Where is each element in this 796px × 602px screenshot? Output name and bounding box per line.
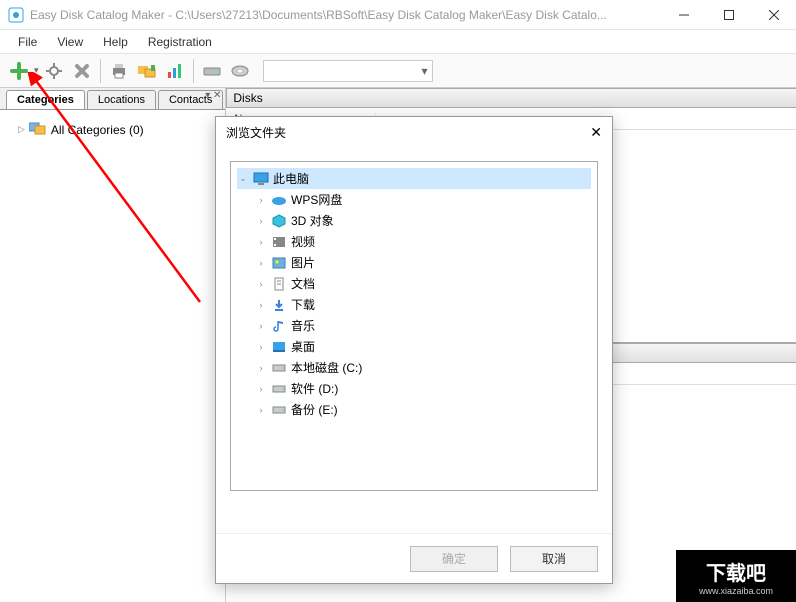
document-icon: [271, 276, 287, 292]
cancel-button[interactable]: 取消: [510, 546, 598, 572]
music-icon: [271, 318, 287, 334]
folders-button[interactable]: [134, 58, 160, 84]
tree-expand-icon: ▷: [18, 124, 25, 135]
disc-button[interactable]: [227, 58, 253, 84]
monitor-icon: [253, 171, 269, 187]
toolbar-combo[interactable]: [263, 60, 433, 82]
print-button[interactable]: [106, 58, 132, 84]
expand-icon[interactable]: ›: [255, 195, 267, 205]
drive-icon: [271, 360, 287, 376]
tree-local-c[interactable]: ›本地磁盘 (C:): [237, 357, 591, 378]
watermark: 下载吧 www.xiazaiba.com: [676, 550, 796, 602]
tab-locations[interactable]: Locations: [87, 90, 156, 109]
drive-icon: [271, 402, 287, 418]
disks-panel-header: Disks 📌✕: [226, 88, 796, 108]
hdd-button[interactable]: [199, 58, 225, 84]
tree-soft-d[interactable]: ›软件 (D:): [237, 378, 591, 399]
tree-backup-e[interactable]: ›备份 (E:): [237, 399, 591, 420]
expand-icon[interactable]: ›: [255, 258, 267, 268]
minimize-button[interactable]: [661, 0, 706, 29]
folder-tree[interactable]: ⌄ 此电脑 ›WPS网盘 ›3D 对象 ›视频 ›图片 ›文档 ›下载 ›音乐 …: [230, 161, 598, 491]
tab-categories[interactable]: Categories: [6, 90, 85, 109]
expand-icon[interactable]: ›: [255, 321, 267, 331]
maximize-button[interactable]: [706, 0, 751, 29]
tree-documents[interactable]: ›文档: [237, 273, 591, 294]
titlebar: Easy Disk Catalog Maker - C:\Users\27213…: [0, 0, 796, 30]
ok-button[interactable]: 确定: [410, 546, 498, 572]
toolbar: ▾: [0, 54, 796, 88]
expand-icon[interactable]: ›: [255, 363, 267, 373]
tree-music[interactable]: ›音乐: [237, 315, 591, 336]
tree-this-pc[interactable]: ⌄ 此电脑: [237, 168, 591, 189]
delete-button[interactable]: [69, 58, 95, 84]
menu-registration[interactable]: Registration: [138, 32, 222, 52]
tree-all-categories[interactable]: ▷ All Categories (0): [8, 118, 217, 141]
add-dropdown-icon[interactable]: ▾: [34, 65, 39, 76]
close-button[interactable]: [751, 0, 796, 29]
menu-view[interactable]: View: [47, 32, 93, 52]
dialog-title: 浏览文件夹: [226, 124, 286, 141]
gear-button[interactable]: [41, 58, 67, 84]
desktop-icon: [271, 339, 287, 355]
tree-downloads[interactable]: ›下载: [237, 294, 591, 315]
cloud-icon: [271, 192, 287, 208]
categories-icon: [29, 120, 47, 139]
watermark-url: www.xiazaiba.com: [699, 586, 773, 596]
tree-video[interactable]: ›视频: [237, 231, 591, 252]
tree-pictures[interactable]: ›图片: [237, 252, 591, 273]
expand-icon[interactable]: ›: [255, 405, 267, 415]
picture-icon: [271, 255, 287, 271]
add-button[interactable]: [6, 58, 32, 84]
window-controls: [661, 0, 796, 29]
menubar: File View Help Registration: [0, 30, 796, 54]
tab-controls[interactable]: ▾ ✕: [205, 90, 221, 101]
download-icon: [271, 297, 287, 313]
tree-3d[interactable]: ›3D 对象: [237, 210, 591, 231]
expand-icon[interactable]: ›: [255, 216, 267, 226]
left-tabs: Categories Locations Contacts ▾ ✕: [0, 88, 225, 110]
collapse-icon[interactable]: ⌄: [237, 173, 249, 184]
expand-icon[interactable]: ›: [255, 300, 267, 310]
expand-icon[interactable]: ›: [255, 279, 267, 289]
categories-tree[interactable]: ▷ All Categories (0): [0, 110, 225, 602]
drive-icon: [271, 381, 287, 397]
dialog-titlebar: 浏览文件夹 ✕: [216, 117, 612, 147]
window-title: Easy Disk Catalog Maker - C:\Users\27213…: [30, 8, 661, 22]
expand-icon[interactable]: ›: [255, 384, 267, 394]
menu-help[interactable]: Help: [93, 32, 138, 52]
video-icon: [271, 234, 287, 250]
disks-title: Disks: [233, 91, 262, 105]
tree-all-categories-label: All Categories (0): [51, 123, 144, 137]
watermark-text: 下载吧: [706, 557, 766, 586]
tree-desktop[interactable]: ›桌面: [237, 336, 591, 357]
tree-wps[interactable]: ›WPS网盘: [237, 189, 591, 210]
chart-button[interactable]: [162, 58, 188, 84]
expand-icon[interactable]: ›: [255, 342, 267, 352]
browse-folder-dialog: 浏览文件夹 ✕ ⌄ 此电脑 ›WPS网盘 ›3D 对象 ›视频 ›图片 ›文档 …: [215, 116, 613, 584]
cube-icon: [271, 213, 287, 229]
menu-file[interactable]: File: [8, 32, 47, 52]
expand-icon[interactable]: ›: [255, 237, 267, 247]
app-icon: [8, 7, 24, 23]
dialog-close-button[interactable]: ✕: [590, 124, 602, 141]
